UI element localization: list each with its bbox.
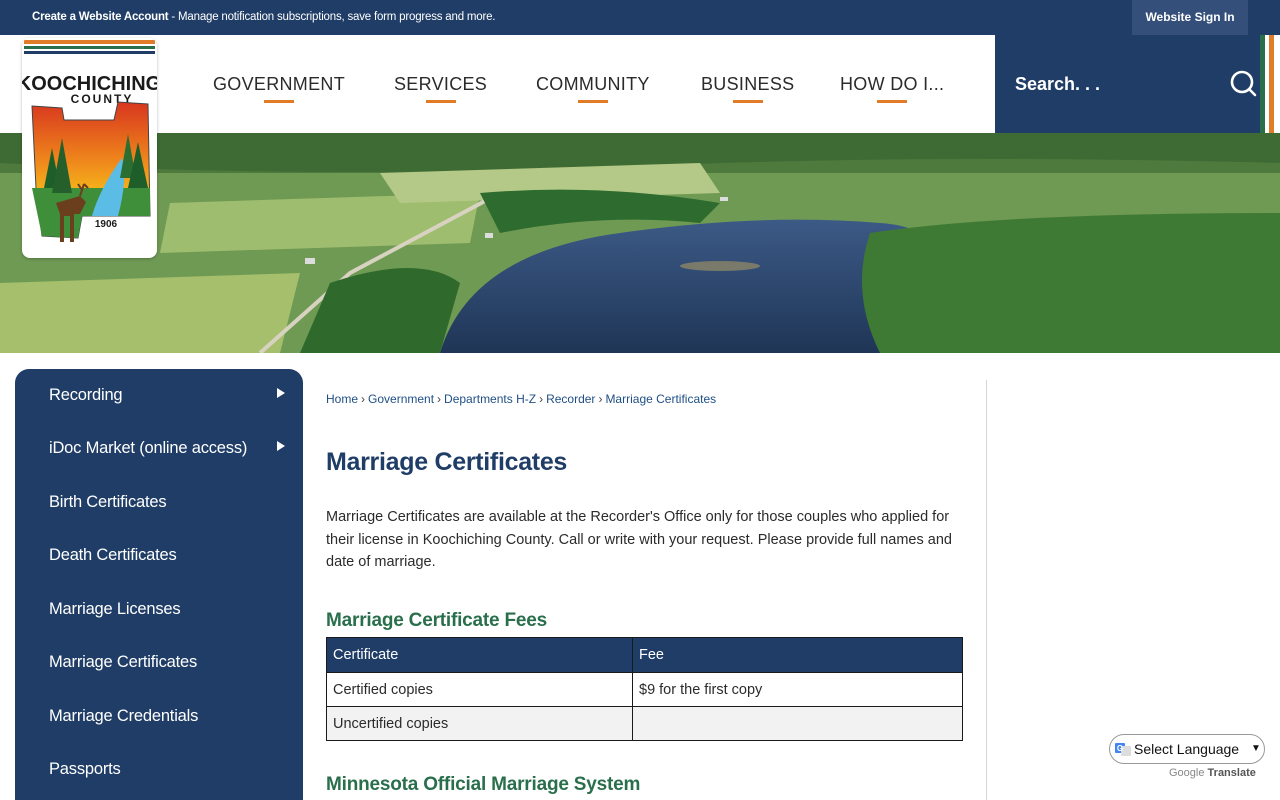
google-wordmark: Google	[1169, 767, 1205, 779]
nav-underline	[264, 100, 294, 103]
breadcrumb-separator: ›	[598, 392, 603, 406]
caret-right-icon[interactable]	[277, 441, 285, 451]
nav-government[interactable]: GOVERNMENT	[213, 74, 346, 103]
nav-label: HOW DO I...	[840, 74, 945, 94]
table-cell: Certified copies	[326, 672, 633, 707]
breadcrumb-government[interactable]: Government	[368, 392, 434, 406]
translate-link: Translate	[1207, 767, 1256, 779]
sidebar-item-marriage-credentials[interactable]: Marriage Credentials	[49, 707, 198, 726]
nav-services[interactable]: SERVICES	[394, 74, 488, 103]
breadcrumb-separator: ›	[437, 392, 442, 406]
table-row: Certified copies $9 for the first copy	[326, 672, 963, 707]
account-description: - Manage notification subscriptions, sav…	[168, 11, 496, 23]
county-logo[interactable]: KOOCHICHING COUNTY 1906	[22, 38, 157, 258]
nav-how-do-i[interactable]: HOW DO I...	[840, 74, 945, 103]
sidebar-nav: Recording iDoc Market (online access) Bi…	[15, 369, 303, 800]
county-logo-graphic: KOOCHICHING COUNTY 1906	[22, 40, 157, 242]
hero-banner-image	[0, 133, 1280, 353]
nav-label: SERVICES	[394, 74, 488, 94]
sidebar-item-idoc-market[interactable]: iDoc Market (online access)	[49, 439, 247, 458]
svg-text:G: G	[1117, 744, 1123, 753]
powered-by-google[interactable]: Google Translate	[1169, 767, 1256, 779]
account-message[interactable]: Create a Website Account - Manage notifi…	[32, 11, 495, 23]
breadcrumb-current[interactable]: Marriage Certificates	[605, 392, 716, 406]
select-language-dropdown[interactable]: G Select Language ▼	[1109, 734, 1265, 764]
intro-paragraph: Marriage Certificates are available at t…	[326, 509, 952, 570]
accent-stripe-edge	[1274, 35, 1280, 133]
search-icon[interactable]	[1229, 69, 1257, 97]
page-title: Marriage Certificates	[326, 448, 568, 476]
breadcrumb-home[interactable]: Home	[326, 392, 358, 406]
website-sign-in-button[interactable]: Website Sign In	[1132, 0, 1248, 35]
marriage-system-heading: Minnesota Official Marriage System	[326, 774, 641, 795]
sidebar-item-birth-certificates[interactable]: Birth Certificates	[49, 493, 167, 512]
breadcrumb-separator: ›	[361, 392, 366, 406]
sidebar-item-passports[interactable]: Passports	[49, 760, 121, 779]
sidebar-item-death-certificates[interactable]: Death Certificates	[49, 546, 177, 565]
nav-business[interactable]: BUSINESS	[701, 74, 795, 103]
sidebar-item-recording[interactable]: Recording	[49, 386, 123, 405]
nav-community[interactable]: COMMUNITY	[536, 74, 650, 103]
nav-underline	[577, 100, 608, 103]
table-header-fee: Fee	[632, 637, 963, 673]
breadcrumb-departments[interactable]: Departments H-Z	[444, 392, 536, 406]
column-divider	[986, 380, 987, 800]
breadcrumb-recorder[interactable]: Recorder	[546, 392, 595, 406]
chevron-down-icon: ▼	[1251, 743, 1261, 754]
breadcrumb-separator: ›	[539, 392, 544, 406]
nav-label: BUSINESS	[701, 74, 795, 94]
nav-underline	[732, 100, 763, 103]
sidebar-item-marriage-licenses[interactable]: Marriage Licenses	[49, 600, 181, 619]
google-translate-icon: G	[1115, 743, 1131, 756]
fees-table: Certificate Fee Certified copies $9 for …	[326, 637, 963, 741]
sidebar-item-marriage-certificates[interactable]: Marriage Certificates	[49, 653, 197, 672]
table-cell: $9 for the first copy	[632, 672, 963, 707]
search-box[interactable]: Search. . .	[995, 35, 1260, 133]
nav-label: GOVERNMENT	[213, 74, 346, 94]
nav-label: COMMUNITY	[536, 74, 650, 94]
table-header-certificate: Certificate	[326, 637, 633, 673]
caret-right-icon[interactable]	[277, 388, 285, 398]
logo-year: 1906	[95, 219, 118, 230]
create-account-link[interactable]: Create a Website Account	[32, 11, 169, 23]
fees-heading: Marriage Certificate Fees	[326, 610, 547, 631]
main-nav: GOVERNMENT SERVICES COMMUNITY BUSINESS H…	[180, 35, 980, 133]
account-bar: Create a Website Account - Manage notifi…	[0, 0, 1280, 35]
nav-underline	[877, 100, 908, 103]
select-language-label: Select Language	[1134, 741, 1240, 757]
search-input[interactable]: Search. . .	[1015, 74, 1100, 95]
breadcrumb: Home › Government › Departments H-Z › Recorder…	[326, 392, 716, 406]
table-cell: Uncertified copies	[326, 706, 633, 741]
table-cell	[632, 706, 963, 741]
nav-underline	[425, 100, 456, 103]
table-row: Uncertified copies	[326, 706, 963, 741]
